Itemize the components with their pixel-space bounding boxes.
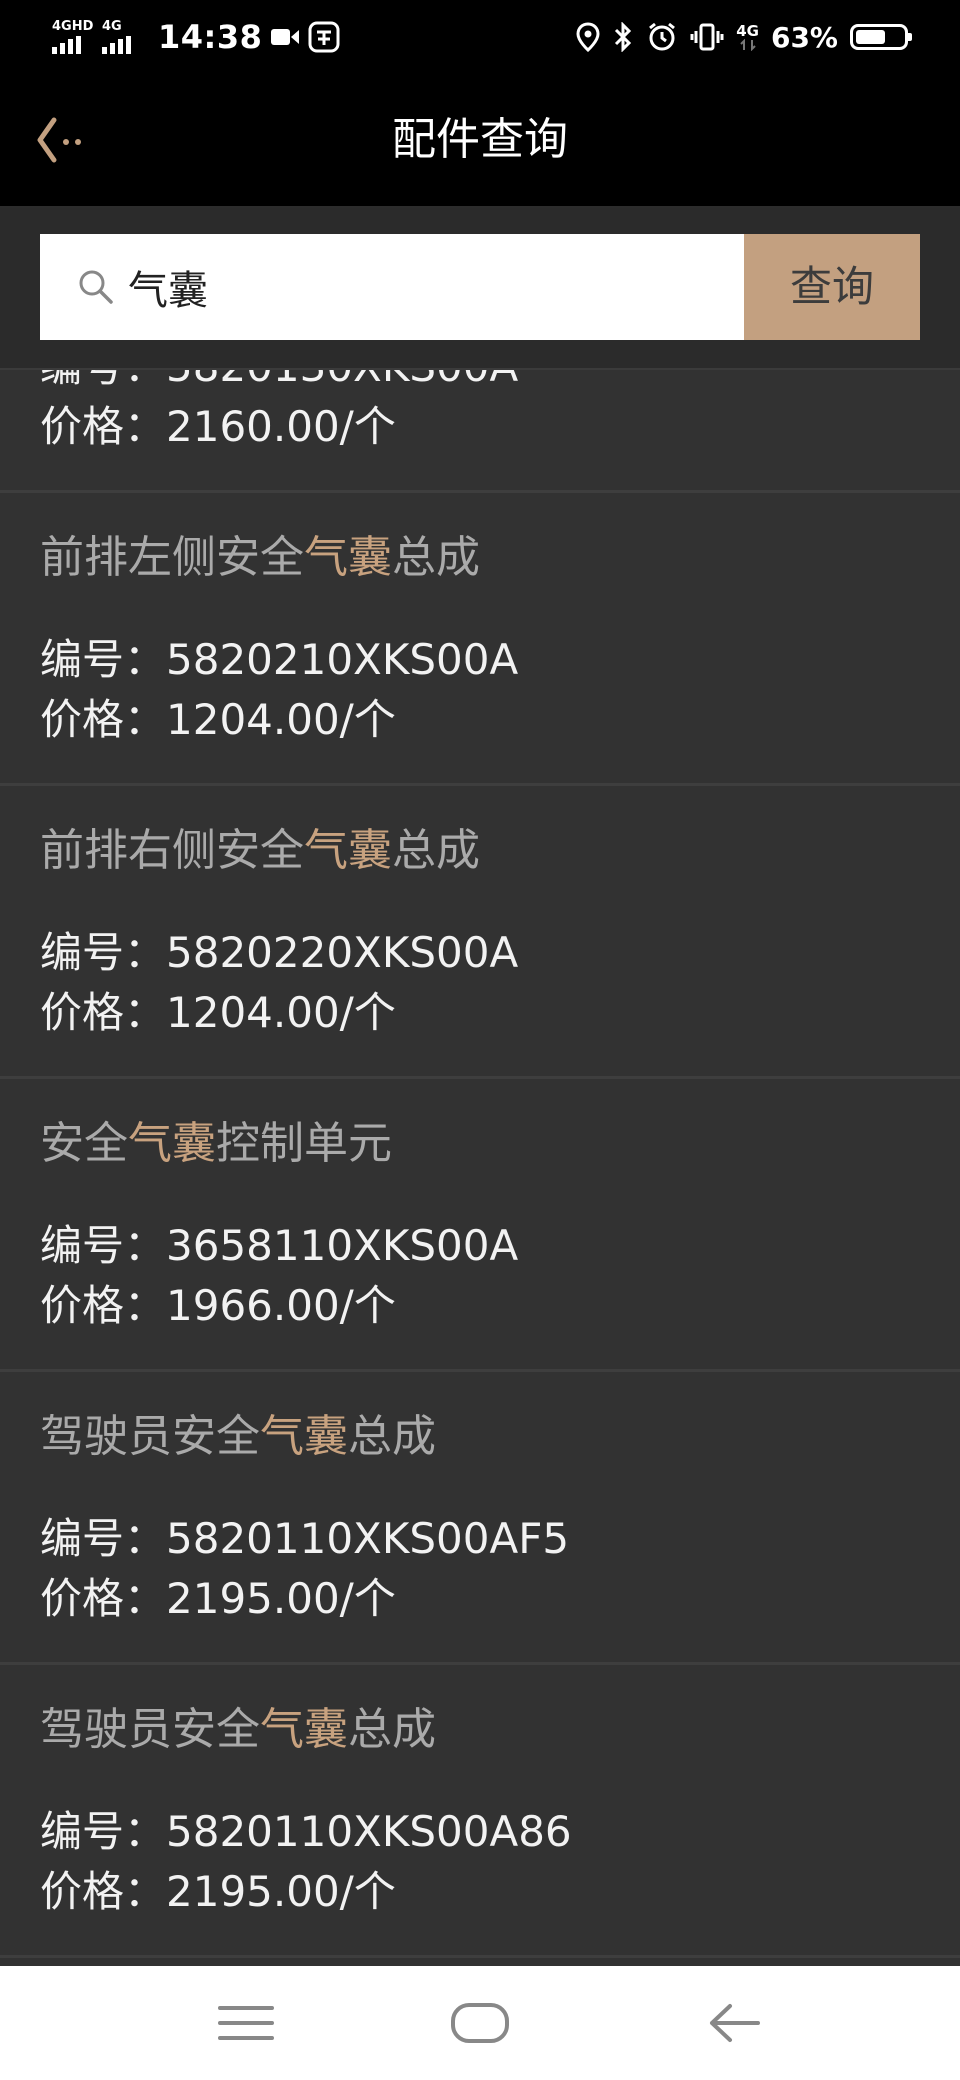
part-price: 价格：2160.00/个	[40, 402, 396, 451]
results-list[interactable]: 编号：5820130XKS00A 价格：2160.00/个 前排左侧安全气囊总成…	[0, 370, 960, 1966]
part-price: 价格：2195.00/个	[40, 1867, 396, 1916]
list-item[interactable]: 驾驶员安全气囊总成 编号：5820110XKS00A86 价格：2195.00/…	[0, 1665, 960, 1958]
vibrate-icon	[690, 23, 724, 51]
part-name-highlight: 气囊	[128, 1118, 216, 1169]
list-item[interactable]: 驾驶员安全气囊总成 编号：5820110XKS00AF5 价格：2195.00/…	[0, 1372, 960, 1665]
cellular-signal-1: 4GHD	[52, 20, 94, 54]
battery-icon	[850, 24, 912, 50]
part-code: 编号：5820210XKS00A	[40, 635, 519, 684]
part-price: 价格：1204.00/个	[40, 695, 396, 744]
list-item[interactable]: 前排左侧安全气囊总成 编号：5820210XKS00A 价格：1204.00/个	[0, 493, 960, 786]
part-code: 编号：5820110XKS00AF5	[40, 1514, 570, 1563]
part-name: 驾驶员安全气囊总成	[40, 1704, 436, 1755]
app-header: 配件查询	[0, 74, 960, 208]
video-icon	[271, 29, 300, 45]
search-box[interactable]	[40, 234, 744, 340]
search-area: 查询	[0, 208, 960, 370]
part-name: 前排左侧安全气囊总成	[40, 532, 480, 583]
part-name-highlight: 气囊	[260, 1411, 348, 1462]
search-button[interactable]: 查询	[744, 234, 920, 340]
part-name-highlight: 气囊	[260, 1704, 348, 1755]
back-arrow-icon[interactable]	[704, 2000, 764, 2046]
page-title: 配件查询	[392, 114, 568, 165]
network-indicator: 4G	[736, 21, 759, 51]
part-name: 前排右侧安全气囊总成	[40, 825, 480, 876]
bluetooth-icon	[615, 22, 632, 52]
status-right: 4G 63%	[576, 14, 912, 60]
part-name: 安全气囊控制单元	[40, 1118, 392, 1169]
search-icon	[79, 270, 113, 304]
part-code: 编号：5820130XKS00A	[40, 370, 518, 392]
results-list-inner: 编号：5820130XKS00A 价格：2160.00/个 前排左侧安全气囊总成…	[0, 370, 960, 1958]
battery-level	[856, 30, 885, 44]
alarm-icon	[649, 22, 676, 51]
part-name-highlight: 气囊	[304, 825, 392, 876]
signal-1-label: 4GHD	[52, 19, 94, 34]
menu-icon[interactable]	[216, 2000, 276, 2046]
battery-percent: 63%	[770, 20, 838, 54]
status-bar: 4GHD 4G 14:38 4G 63%	[0, 0, 960, 74]
part-code: 编号：3658110XKS00A	[40, 1221, 519, 1270]
part-name: 驾驶员安全气囊总成	[40, 1411, 436, 1462]
list-item[interactable]: 安全气囊控制单元 编号：3658110XKS00A 价格：1966.00/个	[0, 1079, 960, 1372]
status-left: 4GHD 4G 14:38	[52, 14, 340, 60]
list-item[interactable]: 编号：5820130XKS00A 价格：2160.00/个	[0, 370, 960, 493]
location-icon	[576, 22, 600, 52]
part-name-highlight: 气囊	[304, 532, 392, 583]
signal-bars-icon	[102, 36, 131, 54]
part-price: 价格：1966.00/个	[40, 1281, 396, 1330]
signal-2-label: 4G	[102, 19, 122, 34]
data-arrows-icon	[739, 38, 756, 51]
home-icon[interactable]	[450, 2000, 510, 2046]
status-time: 14:38	[158, 18, 263, 56]
network-label: 4G	[736, 21, 759, 40]
navigation-bar	[0, 1966, 960, 2080]
app-notification-icon	[308, 21, 340, 53]
list-item[interactable]: 前排右侧安全气囊总成 编号：5820220XKS00A 价格：1204.00/个	[0, 786, 960, 1079]
part-price: 价格：2195.00/个	[40, 1574, 396, 1623]
cellular-signal-2: 4G	[102, 20, 144, 54]
part-code: 编号：5820220XKS00A	[40, 928, 519, 977]
part-code: 编号：5820110XKS00A86	[40, 1807, 572, 1856]
signal-bars-icon	[52, 36, 81, 54]
search-input[interactable]	[128, 234, 728, 340]
part-price: 价格：1204.00/个	[40, 988, 396, 1037]
